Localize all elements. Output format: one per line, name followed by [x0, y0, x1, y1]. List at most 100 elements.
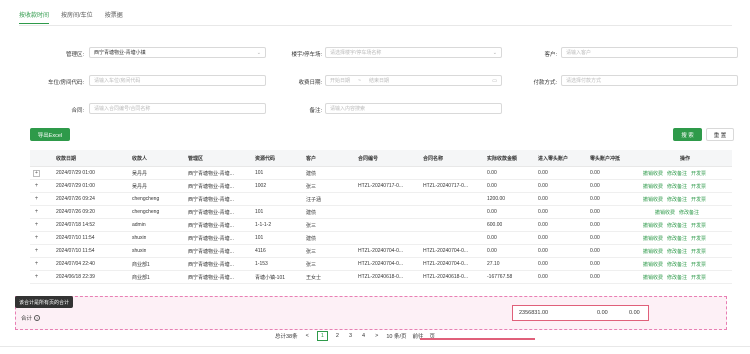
revoke-charge-link[interactable]: 撤销收费: [643, 170, 663, 177]
tab-by-room[interactable]: 按房间/车位: [61, 10, 93, 24]
tab-by-invoice[interactable]: 按票据: [105, 10, 123, 24]
page-4[interactable]: 4: [360, 333, 367, 339]
table-row: +2024/07/26 09:20 chengcheng 西宁青塘物业-青塘... 1…: [30, 206, 732, 219]
customer-input[interactable]: 请输入客户: [561, 47, 738, 58]
revoke-charge-link[interactable]: 撤销收费: [643, 261, 663, 268]
edit-remark-link[interactable]: 修改备注: [679, 209, 699, 216]
remark-placeholder: 请输入内容搜索: [330, 106, 366, 112]
cell-cno: HTZL-20240717-0...: [358, 183, 404, 189]
col-contract-no: 合同编号: [358, 155, 379, 162]
cell-res: 101: [255, 170, 264, 176]
customer-placeholder: 请输入客户: [566, 50, 592, 56]
pay-method-select[interactable]: 请选择付款方式: [561, 75, 738, 86]
expand-icon[interactable]: +: [33, 261, 40, 268]
pay-method-placeholder: 请选择付款方式: [566, 78, 602, 84]
issue-invoice-link[interactable]: 开发票: [691, 222, 706, 229]
edit-remark-link[interactable]: 修改备注: [667, 261, 687, 268]
date-separator: ~: [358, 77, 361, 84]
edit-remark-link[interactable]: 修改备注: [667, 248, 687, 255]
issue-invoice-link[interactable]: 开发票: [691, 235, 706, 242]
reset-button[interactable]: 重 置: [706, 128, 734, 141]
mgmt-area-value: 西宁青塘物业-青塘小镇: [94, 50, 146, 56]
export-excel-button[interactable]: 导出Excel: [30, 128, 70, 141]
cell-res: 4116: [255, 248, 266, 254]
cell-payee: shuxin: [132, 248, 147, 254]
expand-icon[interactable]: +: [33, 235, 40, 242]
cell-in: 0.00: [538, 235, 548, 241]
cell-amt: 0.00: [487, 248, 497, 254]
pager-total: 总计38条: [275, 334, 298, 340]
customer-label: 客户:: [544, 52, 557, 58]
cell-cust: 张三: [306, 183, 317, 190]
edit-remark-link[interactable]: 修改备注: [667, 196, 687, 203]
col-amount: 实际收款金额: [487, 155, 518, 162]
expand-icon[interactable]: +: [33, 169, 40, 177]
chevron-down-icon: ⌄: [256, 50, 261, 56]
room-code-input[interactable]: 请输入车位/房间代码: [89, 75, 266, 86]
tab-divider: [19, 25, 732, 26]
tab-by-time[interactable]: 按收款时间: [19, 10, 50, 24]
cell-res: 1-1-1-2: [255, 222, 272, 228]
issue-invoice-link[interactable]: 开发票: [691, 261, 706, 268]
edit-remark-link[interactable]: 修改备注: [667, 183, 687, 190]
building-placeholder: 请选择楼宇/停车场名称: [330, 50, 382, 56]
question-icon[interactable]: ?: [34, 315, 41, 321]
issue-invoice-link[interactable]: 开发票: [691, 170, 706, 177]
search-button[interactable]: 搜 索: [673, 128, 702, 141]
revoke-charge-link[interactable]: 撤销收费: [643, 196, 663, 203]
contract-placeholder: 请输入合同编号/合同名称: [94, 106, 151, 112]
issue-invoice-link[interactable]: 开发票: [691, 274, 706, 281]
edit-remark-link[interactable]: 修改备注: [667, 222, 687, 229]
expand-icon[interactable]: +: [33, 222, 40, 229]
revoke-charge-link[interactable]: 撤销收费: [643, 222, 663, 229]
summary-row: 合计 ? 2356831.00 0.00 0.00: [15, 296, 727, 330]
cell-in: 0.00: [538, 274, 548, 280]
bottom-divider: [0, 346, 750, 347]
cell-cust: 张三: [306, 222, 317, 229]
cell-cname: HTZL-20240618-0...: [423, 274, 469, 280]
edit-remark-link[interactable]: 修改备注: [667, 170, 687, 177]
issue-invoice-link[interactable]: 开发票: [691, 183, 706, 190]
issue-invoice-link[interactable]: 开发票: [691, 248, 706, 255]
cell-res: 101: [255, 235, 264, 241]
page-2[interactable]: 2: [334, 333, 341, 339]
row-actions: 撤销收费 修改备注 开发票: [643, 170, 706, 177]
revoke-charge-link[interactable]: 撤销收费: [655, 209, 675, 216]
edit-remark-link[interactable]: 修改备注: [667, 235, 687, 242]
col-off-change: 零头账户冲抵: [590, 155, 621, 162]
revoke-charge-link[interactable]: 撤销收费: [643, 274, 663, 281]
cell-in: 0.00: [538, 183, 548, 189]
cell-amt: 0.00: [487, 170, 497, 176]
col-in-change: 进入零头账户: [538, 155, 569, 162]
contract-input[interactable]: 请输入合同编号/合同名称: [89, 103, 266, 114]
revoke-charge-link[interactable]: 撤销收费: [643, 248, 663, 255]
page-3[interactable]: 3: [347, 333, 354, 339]
page-size-select[interactable]: 10 条/页: [386, 332, 406, 340]
prev-page-button[interactable]: <: [304, 333, 311, 339]
cell-date: 2024/07/04 22:40: [56, 261, 95, 267]
next-page-button[interactable]: >: [373, 333, 380, 339]
table-row: +2024/07/10 11:54 shuxin 西宁青塘物业-青塘... 101 建债…: [30, 232, 732, 245]
cell-area: 西宁青塘物业-青塘...: [188, 261, 234, 268]
cell-date: 2024/07/26 09:20: [56, 209, 95, 215]
table-row: +2024/07/29 01:00 吴丹丹 西宁青塘物业-青塘... 1002 张三 HT…: [30, 180, 732, 193]
contract-label: 合同:: [71, 108, 84, 114]
date-range-picker[interactable]: 开始日期 ~ 结束日期 ▭: [325, 75, 502, 86]
cell-amt: 0.00: [487, 183, 497, 189]
issue-invoice-link[interactable]: 开发票: [691, 196, 706, 203]
expand-icon[interactable]: +: [33, 274, 40, 281]
revoke-charge-link[interactable]: 撤销收费: [643, 235, 663, 242]
cell-off: 0.00: [590, 170, 600, 176]
mgmt-area-select[interactable]: 西宁青塘物业-青塘小镇 ⌄: [89, 47, 266, 58]
revoke-charge-link[interactable]: 撤销收费: [643, 183, 663, 190]
cell-cust: 张三: [306, 248, 317, 255]
expand-icon[interactable]: +: [33, 196, 40, 203]
expand-icon[interactable]: +: [33, 183, 40, 190]
expand-icon[interactable]: +: [33, 209, 40, 216]
edit-remark-link[interactable]: 修改备注: [667, 274, 687, 281]
building-select[interactable]: 请选择楼宇/停车场名称 ⌄: [325, 47, 502, 58]
expand-icon[interactable]: +: [33, 248, 40, 255]
page-1[interactable]: 1: [316, 331, 328, 341]
remark-input[interactable]: 请输入内容搜索: [325, 103, 502, 114]
cell-in: 0.00: [538, 248, 548, 254]
